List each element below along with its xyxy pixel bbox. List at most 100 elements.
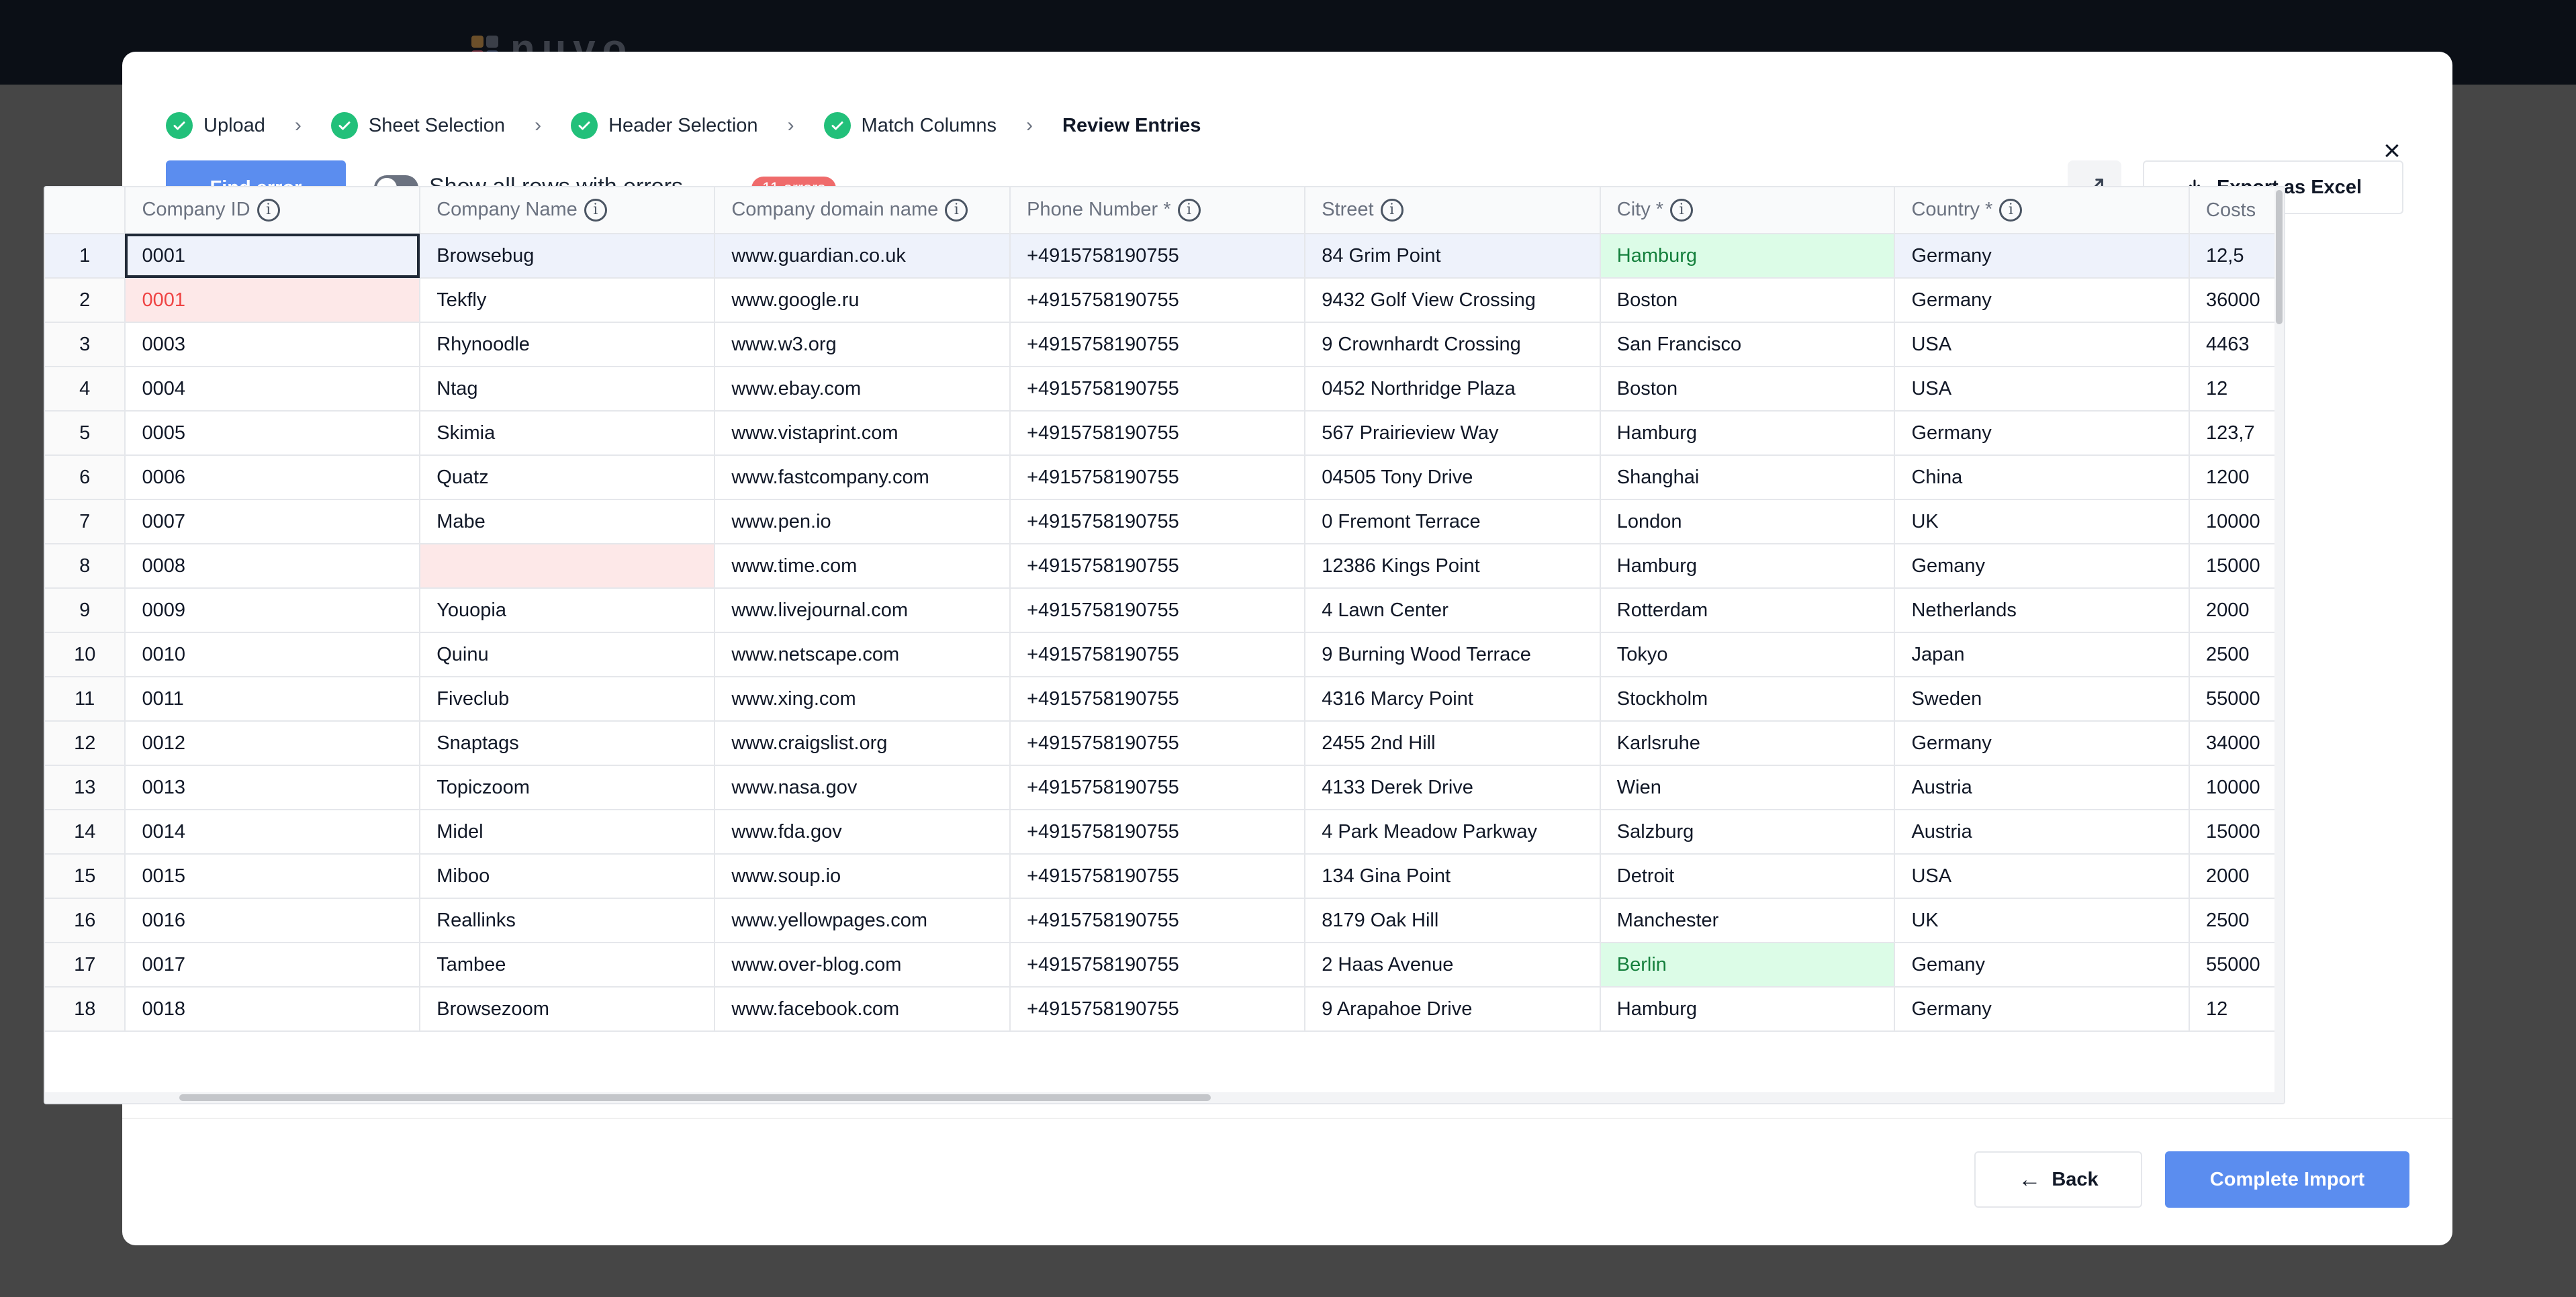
table-cell[interactable]: +4915758190755 bbox=[1010, 499, 1306, 544]
table-cell[interactable]: 2455 2nd Hill bbox=[1305, 721, 1601, 766]
table-cell[interactable]: Quatz bbox=[420, 455, 716, 500]
table-cell[interactable]: Netherlands bbox=[1894, 588, 2190, 633]
table-cell[interactable]: Tambee bbox=[420, 943, 716, 988]
table-cell[interactable]: 9432 Golf View Crossing bbox=[1305, 278, 1601, 323]
column-header[interactable]: Costs bbox=[2189, 187, 2284, 234]
table-cell[interactable]: 2500 bbox=[2189, 898, 2284, 943]
table-cell[interactable]: 2 Haas Avenue bbox=[1305, 943, 1601, 988]
table-row[interactable]: 2 0001 Tekfly www.google.ru +4915758190755 94… bbox=[45, 278, 2284, 323]
table-cell[interactable]: Midel bbox=[420, 810, 716, 855]
table-cell[interactable]: 0001 bbox=[125, 234, 421, 279]
table-cell[interactable]: 15000 bbox=[2189, 810, 2284, 855]
table-cell[interactable]: +4915758190755 bbox=[1010, 677, 1306, 722]
column-header[interactable]: Street i bbox=[1305, 187, 1601, 234]
table-cell[interactable]: Topiczoom bbox=[420, 765, 716, 810]
table-row[interactable]: 17 0017 Tambee www.over-blog.com +4915758190… bbox=[45, 943, 2284, 988]
table-cell[interactable]: 04505 Tony Drive bbox=[1305, 455, 1601, 500]
table-cell[interactable]: +4915758190755 bbox=[1010, 765, 1306, 810]
table-cell[interactable]: +4915758190755 bbox=[1010, 588, 1306, 633]
table-row[interactable]: 9 0009 Youopia www.livejournal.com +49157581… bbox=[45, 588, 2284, 633]
table-cell[interactable]: 567 Prairieview Way bbox=[1305, 411, 1601, 456]
table-cell[interactable]: Snaptags bbox=[420, 721, 716, 766]
table-cell[interactable]: Austria bbox=[1894, 810, 2190, 855]
table-cell[interactable]: Boston bbox=[1600, 278, 1896, 323]
table-cell[interactable]: Quinu bbox=[420, 632, 716, 677]
table-cell[interactable]: www.facebook.com bbox=[715, 987, 1011, 1032]
complete-import-button[interactable]: Complete Import bbox=[2165, 1151, 2409, 1208]
table-row[interactable]: 6 0006 Quatz www.fastcompany.com +4915758190… bbox=[45, 455, 2284, 500]
table-cell[interactable]: Reallinks bbox=[420, 898, 716, 943]
vertical-scrollbar[interactable] bbox=[2274, 187, 2284, 1103]
table-cell[interactable]: 0012 bbox=[125, 721, 421, 766]
table-cell[interactable]: 4463 bbox=[2189, 322, 2284, 367]
table-cell[interactable]: 4 Lawn Center bbox=[1305, 588, 1601, 633]
table-cell[interactable]: www.yellowpages.com bbox=[715, 898, 1011, 943]
table-row[interactable]: 16 0016 Reallinks www.yellowpages.com +49157… bbox=[45, 898, 2284, 943]
table-cell[interactable]: www.w3.org bbox=[715, 322, 1011, 367]
table-cell[interactable]: 0010 bbox=[125, 632, 421, 677]
table-row[interactable]: 3 0003 Rhynoodle www.w3.org +4915758190755 9 … bbox=[45, 322, 2284, 367]
table-cell[interactable]: +4915758190755 bbox=[1010, 544, 1306, 589]
table-cell[interactable]: 2500 bbox=[2189, 632, 2284, 677]
table-cell[interactable]: UK bbox=[1894, 898, 2190, 943]
column-header[interactable]: Company Name i bbox=[420, 187, 716, 234]
table-cell[interactable]: www.guardian.co.uk bbox=[715, 234, 1011, 279]
table-cell[interactable]: Stockholm bbox=[1600, 677, 1896, 722]
table-row[interactable]: 7 0007 Mabe www.pen.io +4915758190755 0 Fremo… bbox=[45, 499, 2284, 544]
table-cell[interactable]: Germany bbox=[1894, 987, 2190, 1032]
table-cell[interactable]: 0017 bbox=[125, 943, 421, 988]
table-cell[interactable]: 0 Fremont Terrace bbox=[1305, 499, 1601, 544]
table-cell[interactable]: Germany bbox=[1894, 411, 2190, 456]
table-cell[interactable]: +4915758190755 bbox=[1010, 721, 1306, 766]
table-cell[interactable]: 12386 Kings Point bbox=[1305, 544, 1601, 589]
table-row[interactable]: 12 0012 Snaptags www.craigslist.org +4915758… bbox=[45, 721, 2284, 766]
table-cell[interactable]: 10000 bbox=[2189, 765, 2284, 810]
table-cell[interactable]: www.soup.io bbox=[715, 854, 1011, 899]
table-cell[interactable]: 0014 bbox=[125, 810, 421, 855]
table-cell[interactable] bbox=[420, 544, 716, 589]
table-cell[interactable]: 9 Crownhardt Crossing bbox=[1305, 322, 1601, 367]
table-cell[interactable]: www.nasa.gov bbox=[715, 765, 1011, 810]
table-cell[interactable]: www.netscape.com bbox=[715, 632, 1011, 677]
table-cell[interactable]: Browsebug bbox=[420, 234, 716, 279]
table-cell[interactable]: 9 Arapahoe Drive bbox=[1305, 987, 1601, 1032]
table-cell[interactable]: 0004 bbox=[125, 367, 421, 412]
table-cell[interactable]: 12 bbox=[2189, 367, 2284, 412]
table-cell[interactable]: 4316 Marcy Point bbox=[1305, 677, 1601, 722]
horizontal-scrollbar-thumb[interactable] bbox=[179, 1094, 1211, 1101]
info-icon[interactable]: i bbox=[1670, 199, 1694, 222]
table-row[interactable]: 4 0004 Ntag www.ebay.com +4915758190755 0452 … bbox=[45, 367, 2284, 412]
table-row[interactable]: 14 0014 Midel www.fda.gov +4915758190755 4 Pa… bbox=[45, 810, 2284, 855]
table-cell[interactable]: Tokyo bbox=[1600, 632, 1896, 677]
vertical-scrollbar-thumb[interactable] bbox=[2276, 190, 2283, 324]
table-cell[interactable]: Karlsruhe bbox=[1600, 721, 1896, 766]
table-cell[interactable]: 84 Grim Point bbox=[1305, 234, 1601, 279]
table-cell[interactable]: 134 Gina Point bbox=[1305, 854, 1601, 899]
table-cell[interactable]: www.xing.com bbox=[715, 677, 1011, 722]
table-cell[interactable]: Skimia bbox=[420, 411, 716, 456]
info-icon[interactable]: i bbox=[584, 199, 607, 222]
table-cell[interactable]: +4915758190755 bbox=[1010, 943, 1306, 988]
table-cell[interactable]: 0003 bbox=[125, 322, 421, 367]
table-cell[interactable]: +4915758190755 bbox=[1010, 367, 1306, 412]
table-cell[interactable]: 2000 bbox=[2189, 588, 2284, 633]
column-header[interactable]: Company ID i bbox=[125, 187, 421, 234]
table-cell[interactable]: Tekfly bbox=[420, 278, 716, 323]
column-header[interactable]: Country * i bbox=[1894, 187, 2190, 234]
table-cell[interactable]: 0006 bbox=[125, 455, 421, 500]
table-cell[interactable]: Ntag bbox=[420, 367, 716, 412]
table-cell[interactable]: Berlin bbox=[1600, 943, 1896, 988]
table-cell[interactable]: 0018 bbox=[125, 987, 421, 1032]
table-cell[interactable]: www.fda.gov bbox=[715, 810, 1011, 855]
table-cell[interactable]: Gemany bbox=[1894, 943, 2190, 988]
table-cell[interactable]: 9 Burning Wood Terrace bbox=[1305, 632, 1601, 677]
table-cell[interactable]: Hamburg bbox=[1600, 411, 1896, 456]
table-cell[interactable]: 12,5 bbox=[2189, 234, 2284, 279]
table-cell[interactable]: 34000 bbox=[2189, 721, 2284, 766]
table-cell[interactable]: 0007 bbox=[125, 499, 421, 544]
table-cell[interactable]: 4133 Derek Drive bbox=[1305, 765, 1601, 810]
table-row[interactable]: 8 0008 www.time.com +4915758190755 12386 Kin… bbox=[45, 544, 2284, 589]
table-row[interactable]: 5 0005 Skimia www.vistaprint.com +4915758190… bbox=[45, 411, 2284, 456]
table-cell[interactable]: Wien bbox=[1600, 765, 1896, 810]
table-cell[interactable]: USA bbox=[1894, 854, 2190, 899]
